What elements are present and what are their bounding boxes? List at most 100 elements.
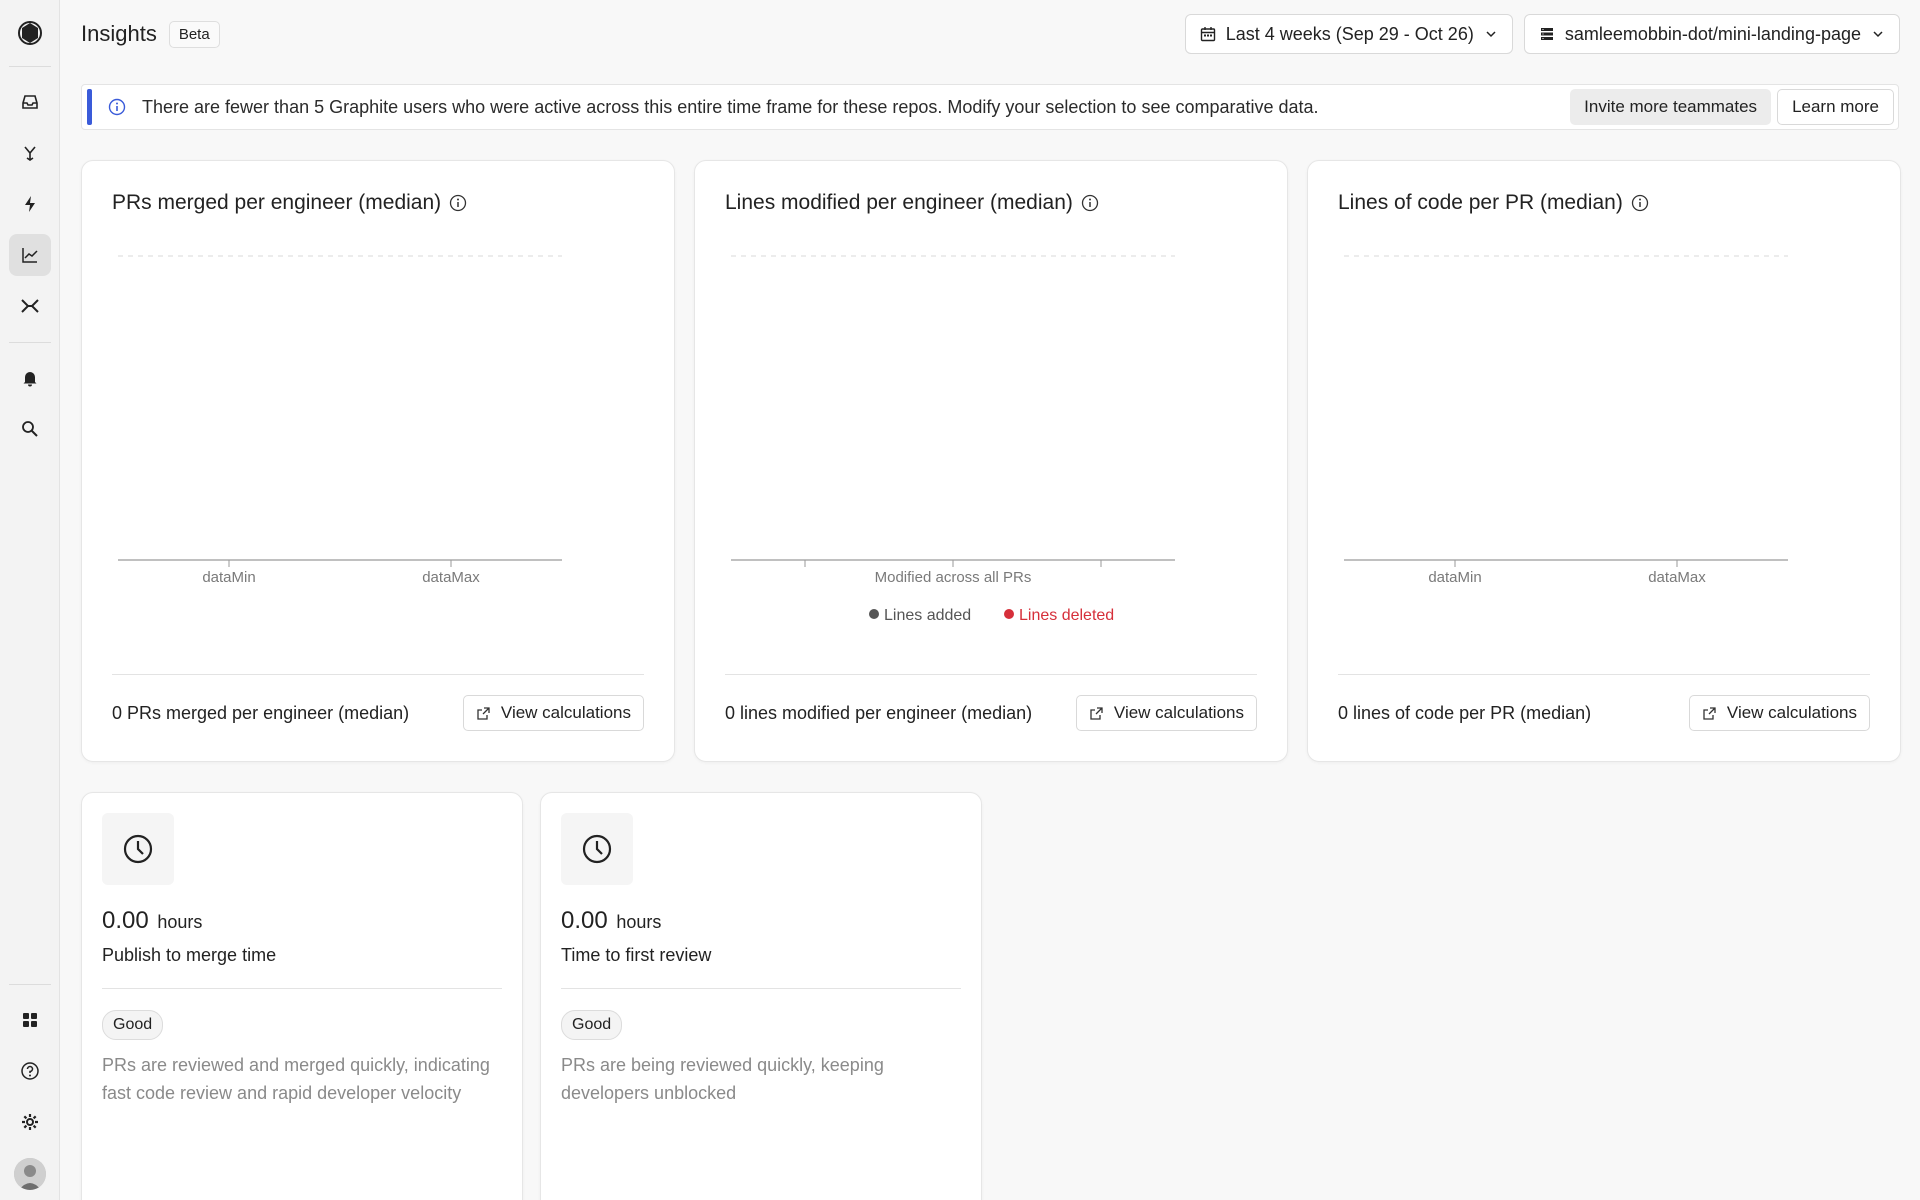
chart-summary: 0 PRs merged per engineer (median) [112,702,410,723]
repo-icon [1540,28,1553,40]
sidebar-item-settings[interactable] [9,1101,51,1143]
sidebar-item-help[interactable] [9,1050,51,1092]
chart-plot: dataMin dataMax [1344,255,1788,586]
repo-select[interactable]: samleemobbin-dot/mini-landing-page [1523,14,1900,54]
date-range-select[interactable]: Last 4 weeks (Sep 29 - Oct 26) [1184,14,1513,54]
status-badge: Good [561,1010,623,1040]
legend-lines-added: Lines added [884,607,971,624]
banner-accent [87,89,92,125]
metric-number: 0.00 [561,907,608,934]
chart-footer: 0 PRs merged per engineer (median) View … [112,695,644,731]
date-range-label: Last 4 weeks (Sep 29 - Oct 26) [1225,23,1474,44]
info-icon[interactable] [1081,194,1099,212]
info-banner: There are fewer than 5 Graphite users wh… [81,84,1899,130]
legend-dot-lines-added [869,609,879,619]
sidebar-divider [8,342,51,343]
metric-icon-box [102,813,174,885]
clock-icon [582,834,612,864]
metric-label: Time to first review [561,945,712,965]
chart-title: Lines of code per PR (median) [1338,191,1649,215]
view-calculations-label: View calculations [1113,703,1244,722]
header: Insights Beta Last 4 weeks (Sep 29 - Oct… [81,14,1900,54]
header-controls: Last 4 weeks (Sep 29 - Oct 26) samleemob… [1184,14,1900,54]
clock-icon [123,834,153,864]
invite-teammates-button[interactable]: Invite more teammates [1570,89,1772,125]
learn-more-button[interactable]: Learn more [1777,89,1894,125]
repo-label: samleemobbin-dot/mini-landing-page [1564,23,1861,44]
bolt-icon [24,196,35,212]
chart-tick-label: dataMax [1648,569,1706,586]
metric-card-time-to-first-review: 0.00 hours Time to first review Good PRs… [540,792,982,1200]
legend-dot-lines-deleted [1004,609,1014,619]
sidebar-item-merge[interactable] [9,132,51,174]
banner-text: There are fewer than 5 Graphite users wh… [142,96,1319,117]
metric-value: 0.00 hours [102,907,202,935]
chart-title-text: Lines of code per PR (median) [1338,191,1623,214]
chevron-down-icon [1873,31,1883,38]
chart-title-text: Lines modified per engineer (median) [725,191,1073,214]
divider [725,674,1257,675]
user-avatar[interactable] [14,1158,46,1190]
inbox-icon [21,95,38,109]
search-icon [21,421,38,437]
chart-tick-label: dataMin [1428,569,1481,586]
gear-icon [22,1114,38,1130]
metric-description: PRs are being reviewed quickly, keeping … [561,1055,884,1103]
chart-title: PRs merged per engineer (median) [112,191,467,215]
metric-value: 0.00 hours [561,907,661,935]
grid-icon [23,1013,37,1027]
chart-tick-label: dataMax [422,569,480,586]
chart-tick-label: dataMin [202,569,255,586]
sidebar-item-activity[interactable] [9,183,51,225]
chart-card-lines-per-pr: Lines of code per PR (median) dataMin da… [1307,160,1901,762]
metric-description: PRs are reviewed and merged quickly, ind… [102,1055,490,1103]
view-calculations-button[interactable]: View calculations [1075,695,1257,731]
main-content: Insights Beta Last 4 weeks (Sep 29 - Oct… [60,0,1920,1200]
chart-line-icon [21,248,38,263]
chart-card-prs-merged: PRs merged per engineer (median) dataMin… [81,160,675,762]
external-link-icon [1703,706,1716,720]
view-calculations-button[interactable]: View calculations [462,695,644,731]
chevron-down-icon [1486,31,1496,38]
metric-label: Publish to merge time [102,945,277,965]
metric-unit: hours [157,912,203,932]
chart-footer: 0 lines of code per PR (median) View cal… [1338,695,1870,731]
sidebar-item-apps[interactable] [9,999,51,1041]
merge-icon [23,146,36,161]
sidebar [0,0,60,1200]
sidebar-item-insights[interactable] [8,234,51,276]
info-icon[interactable] [449,194,467,212]
chart-plot: dataMin dataMax [118,255,562,586]
sidebar-item-notifications[interactable] [9,357,51,399]
info-icon [108,98,126,116]
beta-badge: Beta [168,20,220,48]
sidebar-item-stacks[interactable] [9,285,51,327]
sidebar-divider [8,66,51,67]
external-link-icon [477,706,490,720]
info-icon[interactable] [1631,194,1649,212]
status-badge: Good [102,1010,164,1040]
legend-lines-deleted: Lines deleted [1019,607,1114,624]
sidebar-item-inbox[interactable] [9,81,51,123]
metric-number: 0.00 [102,907,149,934]
chart-footer: 0 lines modified per engineer (median) V… [725,695,1257,731]
chart-card-lines-modified: Lines modified per engineer (median) Mod… [694,160,1288,762]
view-calculations-label: View calculations [1726,703,1857,722]
metric-unit: hours [616,912,662,932]
banner-actions: Invite more teammates Learn more [1570,89,1894,125]
graphite-logo-icon[interactable] [9,12,51,54]
page-title: Insights [81,21,157,46]
view-calculations-label: View calculations [500,703,631,722]
divider [561,988,961,989]
view-calculations-button[interactable]: View calculations [1688,695,1870,731]
chart-title-text: PRs merged per engineer (median) [112,191,442,214]
external-link-icon [1090,706,1103,720]
metric-card-publish-to-merge: 0.00 hours Publish to merge time Good PR… [81,792,523,1200]
sidebar-bottom [0,980,60,1190]
divider [102,988,502,989]
sidebar-divider [9,984,51,985]
chart-summary: 0 lines of code per PR (median) [1338,702,1592,723]
stack-icon [20,299,39,313]
sidebar-item-search[interactable] [9,408,51,450]
divider [112,674,644,675]
